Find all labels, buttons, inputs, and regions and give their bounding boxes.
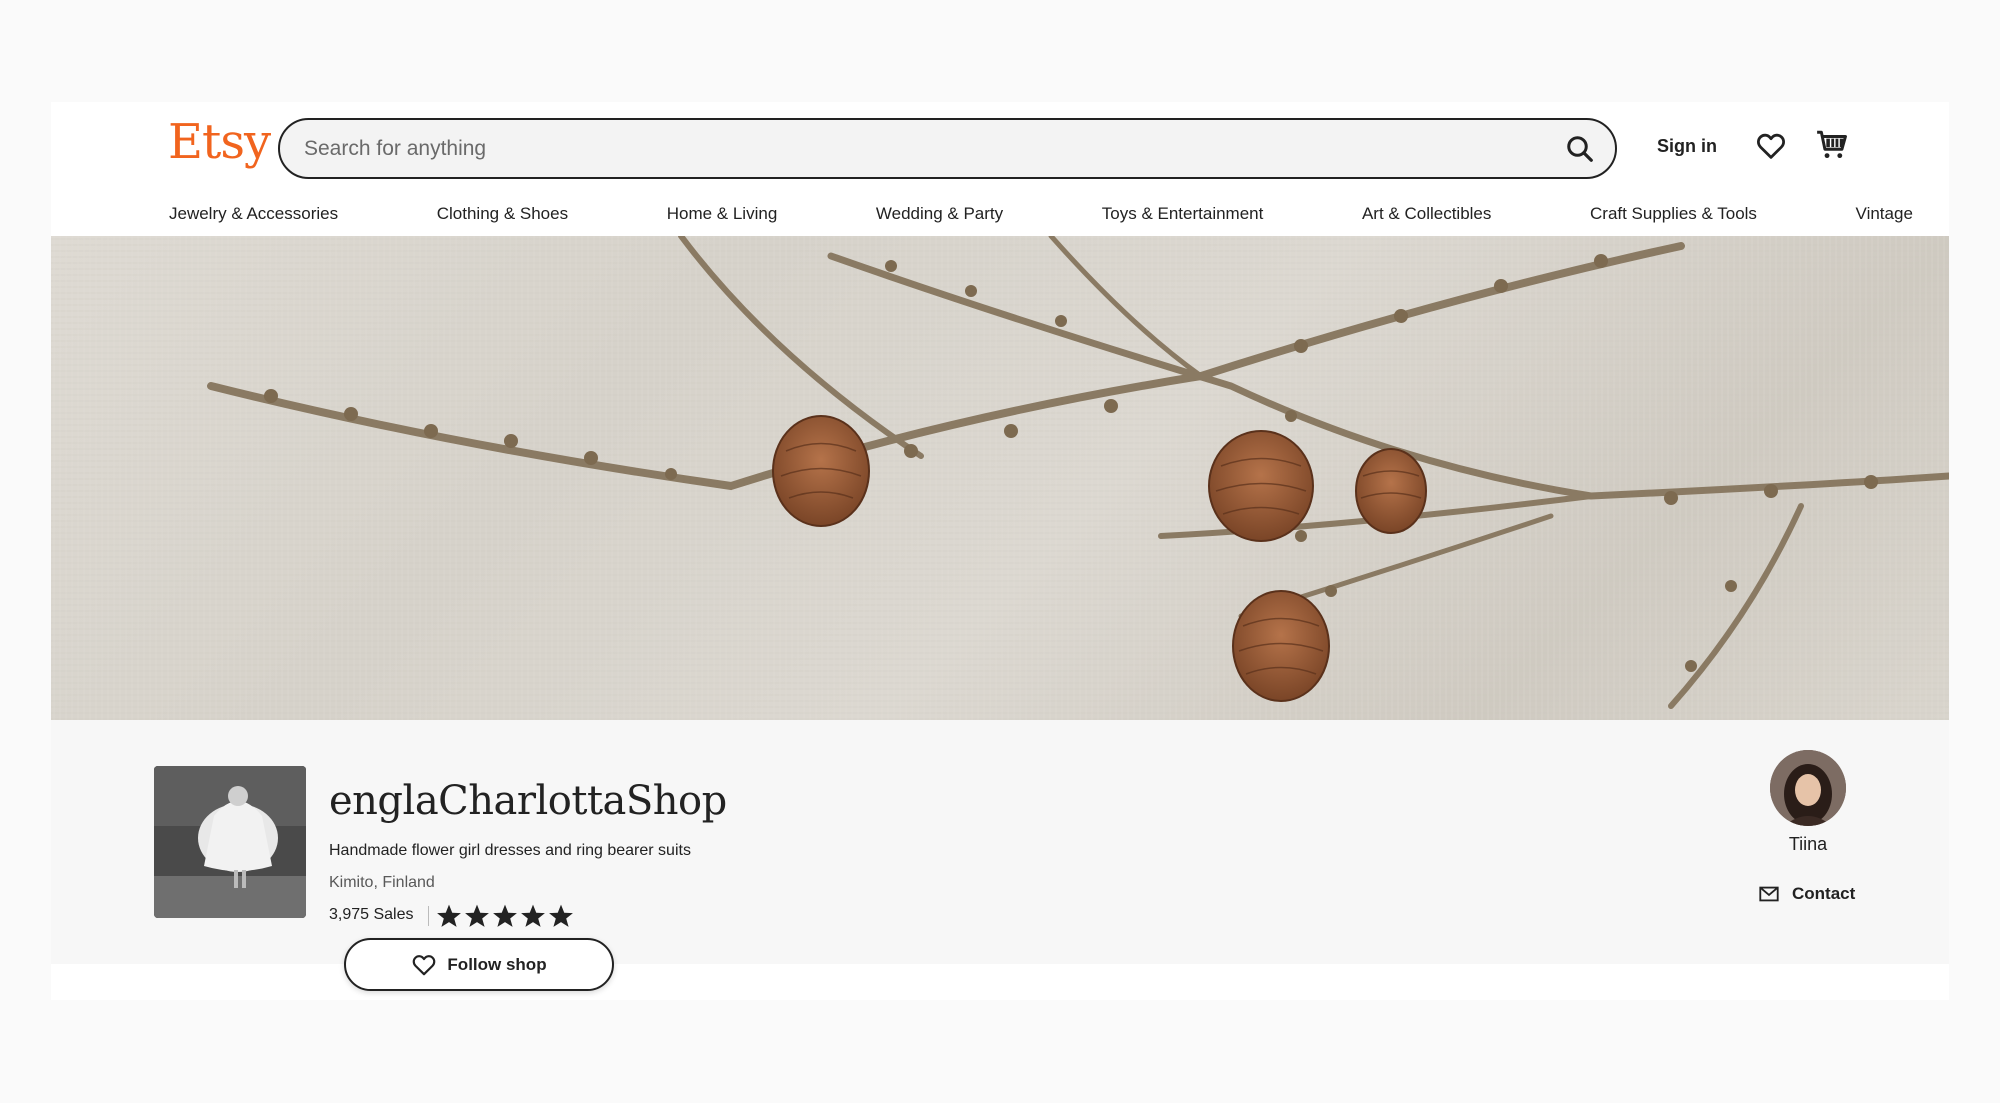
page-frame: Etsy Sign in Jewelry & Accessories Cloth…: [51, 102, 1949, 1000]
contact-label: Contact: [1792, 884, 1856, 903]
heart-icon: [413, 954, 436, 975]
mail-icon: [1759, 886, 1779, 902]
star-icon: [521, 904, 545, 927]
category-home-living[interactable]: Home & Living: [667, 197, 778, 231]
category-toys-entertainment[interactable]: Toys & Entertainment: [1102, 197, 1264, 231]
search-button[interactable]: [1563, 132, 1597, 166]
shop-name: englaCharlottaShop: [329, 778, 727, 824]
sales-count[interactable]: 3,975 Sales: [329, 906, 414, 924]
search-icon: [1567, 136, 1593, 162]
star-rating[interactable]: [436, 903, 574, 929]
star-icon: [465, 904, 489, 927]
search-bar: [278, 118, 1617, 179]
category-clothing-shoes[interactable]: Clothing & Shoes: [437, 197, 568, 231]
contact-button[interactable]: Contact: [1758, 883, 1855, 905]
category-art-collectibles[interactable]: Art & Collectibles: [1362, 197, 1491, 231]
category-nav: Jewelry & Accessories Clothing & Shoes H…: [169, 197, 1913, 231]
star-icon: [437, 904, 461, 927]
cart-icon[interactable]: [1815, 128, 1849, 162]
follow-shop-label: Follow shop: [447, 954, 547, 974]
star-icon: [493, 904, 517, 927]
search-input[interactable]: [304, 120, 1504, 177]
sign-in-link[interactable]: Sign in: [1657, 136, 1717, 157]
category-vintage[interactable]: Vintage: [1856, 197, 1913, 231]
divider: [428, 906, 429, 926]
category-wedding-party[interactable]: Wedding & Party: [876, 197, 1003, 231]
shop-tagline: Handmade flower girl dresses and ring be…: [329, 842, 691, 859]
shop-banner-image: [51, 236, 1949, 720]
owner-avatar[interactable]: [1770, 750, 1846, 826]
shop-location: Kimito, Finland: [329, 874, 435, 891]
category-jewelry-accessories[interactable]: Jewelry & Accessories: [169, 197, 338, 231]
follow-shop-button[interactable]: Follow shop: [344, 938, 614, 991]
etsy-logo[interactable]: Etsy: [168, 118, 271, 166]
shop-info-section: englaCharlottaShop Handmade flower girl …: [51, 720, 1949, 991]
owner-name[interactable]: Tiina: [1751, 834, 1865, 855]
star-icon: [549, 904, 573, 927]
favorites-heart-icon[interactable]: [1755, 130, 1787, 162]
category-craft-supplies-tools[interactable]: Craft Supplies & Tools: [1590, 197, 1757, 231]
shop-avatar[interactable]: [154, 766, 306, 918]
